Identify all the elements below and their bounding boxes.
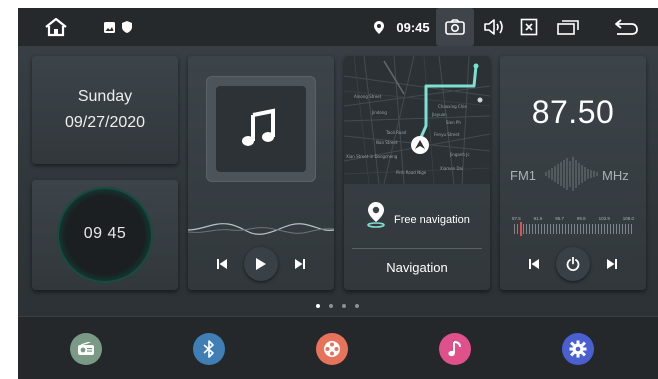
signal-waveform [545, 157, 598, 191]
radio-app-icon[interactable] [70, 333, 102, 365]
recent-apps-icon[interactable] [554, 8, 582, 46]
page-dot[interactable] [329, 304, 333, 308]
bluetooth-app-icon[interactable] [193, 333, 225, 365]
radio-card[interactable]: 87.50 FM1 MHz 87.5 91.6 95.7 99.8 103.9 … [500, 56, 646, 290]
map-label: Pinh Road Nige [396, 170, 427, 175]
shield-icon [120, 8, 134, 46]
map-label: Xiamen Dai [440, 166, 463, 171]
page-dot-active[interactable] [316, 304, 320, 308]
map-view: Ainong Street Chaoxing Chie Jiayuan Jind… [344, 56, 490, 184]
album-art-frame [206, 76, 316, 182]
music-app-icon[interactable] [439, 333, 471, 365]
map-label: Sien Ph [446, 120, 461, 125]
app-dock [18, 316, 658, 379]
camera-icon[interactable] [436, 8, 474, 46]
page-dot[interactable] [355, 304, 359, 308]
map-label: Ainong Street [354, 94, 382, 99]
map-label: Nan Street [376, 140, 398, 145]
navigation-card[interactable]: Ainong Street Chaoxing Chie Jiayuan Jind… [344, 56, 490, 290]
image-icon [102, 8, 116, 46]
map-label: Fenyu Street [434, 132, 460, 137]
back-icon[interactable] [610, 8, 642, 46]
map-label: Jindong [371, 110, 387, 115]
music-card[interactable] [188, 56, 334, 290]
head-unit-screen: 09:45 Sunday 09/27/2020 09 45 Ainong Str… [18, 8, 658, 379]
date-card[interactable]: Sunday 09/27/2020 [32, 56, 178, 164]
radio-frequency: 87.50 [531, 94, 615, 130]
next-track-button[interactable] [290, 254, 310, 274]
previous-track-button[interactable] [212, 254, 232, 274]
clock-time: 09 45 [83, 225, 127, 242]
seek-back-button[interactable] [524, 254, 544, 274]
weekday-label: Sunday [77, 88, 133, 105]
scale-label: 95.7 [555, 216, 565, 221]
media-app-icon[interactable] [316, 333, 348, 365]
map-label: Xian Street in Dongcheng [346, 154, 398, 159]
tuner-dial[interactable] [514, 224, 632, 234]
clock-card[interactable]: 09 45 [32, 180, 178, 290]
free-navigation-label[interactable]: Free navigation [394, 214, 470, 226]
navigation-title: Navigation [386, 260, 448, 275]
location-pin-icon [366, 200, 386, 228]
tuner-needle [520, 222, 522, 236]
map-label: Chaoxing Chie [438, 104, 467, 109]
settings-app-icon[interactable] [562, 333, 594, 365]
seek-forward-button[interactable] [602, 254, 622, 274]
status-time: 09:45 [396, 19, 430, 35]
play-button[interactable] [244, 247, 278, 281]
clock-ring: 09 45 [57, 187, 153, 283]
home-icon[interactable] [40, 8, 72, 46]
radio-band: FM1 [510, 168, 536, 183]
scale-label: 91.6 [533, 216, 543, 221]
date-label: 09/27/2020 [64, 114, 146, 131]
scale-label: 108.0 [622, 216, 634, 221]
divider [352, 248, 482, 249]
map-label: Taoli Road [385, 130, 407, 135]
power-button[interactable] [556, 247, 590, 281]
scale-label: 99.8 [576, 216, 586, 221]
map-label: Jiayuan [431, 112, 447, 117]
waveform [188, 223, 334, 235]
frequency-scale: 87.5 91.6 95.7 99.8 103.9 108.0 [512, 216, 634, 224]
location-pin-icon [372, 8, 386, 46]
scale-label: 103.9 [598, 216, 610, 221]
close-window-icon[interactable] [516, 8, 542, 46]
volume-icon[interactable] [480, 8, 508, 46]
page-dot[interactable] [342, 304, 346, 308]
music-note-icon [216, 86, 306, 172]
status-bar: 09:45 [18, 8, 658, 46]
radio-unit: MHz [602, 168, 629, 183]
map-label: Jinganh Jc [449, 152, 470, 157]
